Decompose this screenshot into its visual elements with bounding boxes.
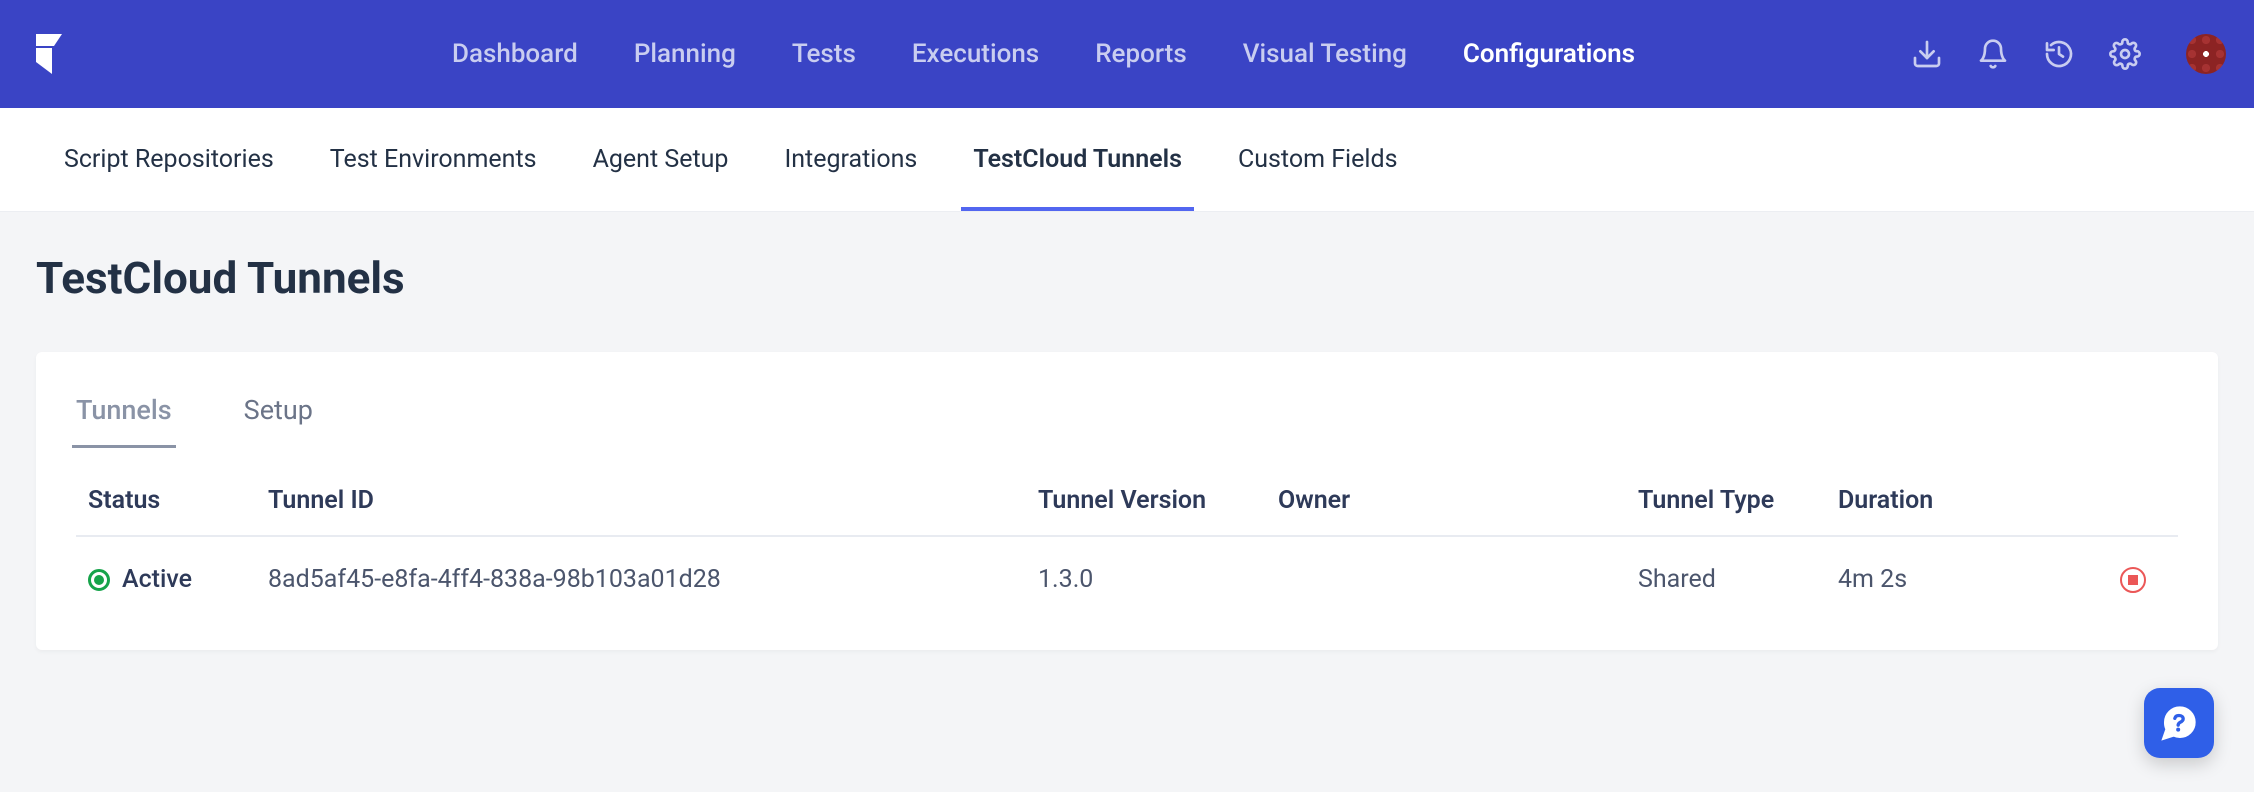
subnav-script-repositories[interactable]: Script Repositories xyxy=(64,108,274,211)
card-tab-tunnels[interactable]: Tunnels xyxy=(76,352,172,448)
nav-executions[interactable]: Executions xyxy=(912,39,1039,69)
th-owner: Owner xyxy=(1266,466,1626,536)
subnav-agent-setup[interactable]: Agent Setup xyxy=(593,108,729,211)
table-header-row: Status Tunnel ID Tunnel Version Owner Tu… xyxy=(76,466,2178,536)
th-duration: Duration xyxy=(1826,466,2108,536)
product-logo[interactable] xyxy=(32,32,452,76)
tunnels-card: Tunnels Setup Status Tunnel ID Tunnel Ve… xyxy=(36,352,2218,650)
th-type: Tunnel Type xyxy=(1626,466,1826,536)
avatar[interactable] xyxy=(2186,34,2226,74)
help-fab[interactable] xyxy=(2144,688,2214,758)
status-text: Active xyxy=(122,565,192,594)
card-tabs: Tunnels Setup xyxy=(76,352,2178,448)
th-action xyxy=(2108,466,2178,536)
card-tab-setup[interactable]: Setup xyxy=(244,352,313,448)
history-icon[interactable] xyxy=(2042,37,2076,71)
table-row: Active 8ad5af45-e8fa-4ff4-838a-98b103a01… xyxy=(76,536,2178,622)
nav-configurations[interactable]: Configurations xyxy=(1463,39,1635,69)
main-nav: Dashboard Planning Tests Executions Repo… xyxy=(452,39,1910,69)
status-chip: Active xyxy=(88,565,244,594)
config-subnav: Script Repositories Test Environments Ag… xyxy=(0,108,2254,212)
bell-icon[interactable] xyxy=(1976,37,2010,71)
cell-owner xyxy=(1266,536,1626,622)
th-tunnel-id: Tunnel ID xyxy=(256,466,1026,536)
top-nav-bar: Dashboard Planning Tests Executions Repo… xyxy=(0,0,2254,108)
page-content: TestCloud Tunnels Tunnels Setup Status T… xyxy=(0,212,2254,710)
top-bar-icons xyxy=(1910,34,2226,74)
subnav-test-environments[interactable]: Test Environments xyxy=(330,108,537,211)
th-status: Status xyxy=(76,466,256,536)
download-icon[interactable] xyxy=(1910,37,1944,71)
cell-duration: 4m 2s xyxy=(1826,536,2108,622)
subnav-testcloud-tunnels[interactable]: TestCloud Tunnels xyxy=(973,108,1182,211)
subnav-custom-fields[interactable]: Custom Fields xyxy=(1238,108,1398,211)
nav-visual-testing[interactable]: Visual Testing xyxy=(1243,39,1407,69)
nav-tests[interactable]: Tests xyxy=(792,39,856,69)
tunnels-table: Status Tunnel ID Tunnel Version Owner Tu… xyxy=(76,466,2178,622)
cell-version: 1.3.0 xyxy=(1026,536,1266,622)
stop-tunnel-button[interactable] xyxy=(2120,567,2146,593)
status-dot-icon xyxy=(88,569,110,591)
nav-reports[interactable]: Reports xyxy=(1095,39,1187,69)
cell-type: Shared xyxy=(1626,536,1826,622)
page-title: TestCloud Tunnels xyxy=(36,252,2218,304)
nav-dashboard[interactable]: Dashboard xyxy=(452,39,578,69)
gear-icon[interactable] xyxy=(2108,37,2142,71)
nav-planning[interactable]: Planning xyxy=(634,39,736,69)
subnav-integrations[interactable]: Integrations xyxy=(784,108,917,211)
cell-tunnel-id: 8ad5af45-e8fa-4ff4-838a-98b103a01d28 xyxy=(256,536,1026,622)
th-version: Tunnel Version xyxy=(1026,466,1266,536)
